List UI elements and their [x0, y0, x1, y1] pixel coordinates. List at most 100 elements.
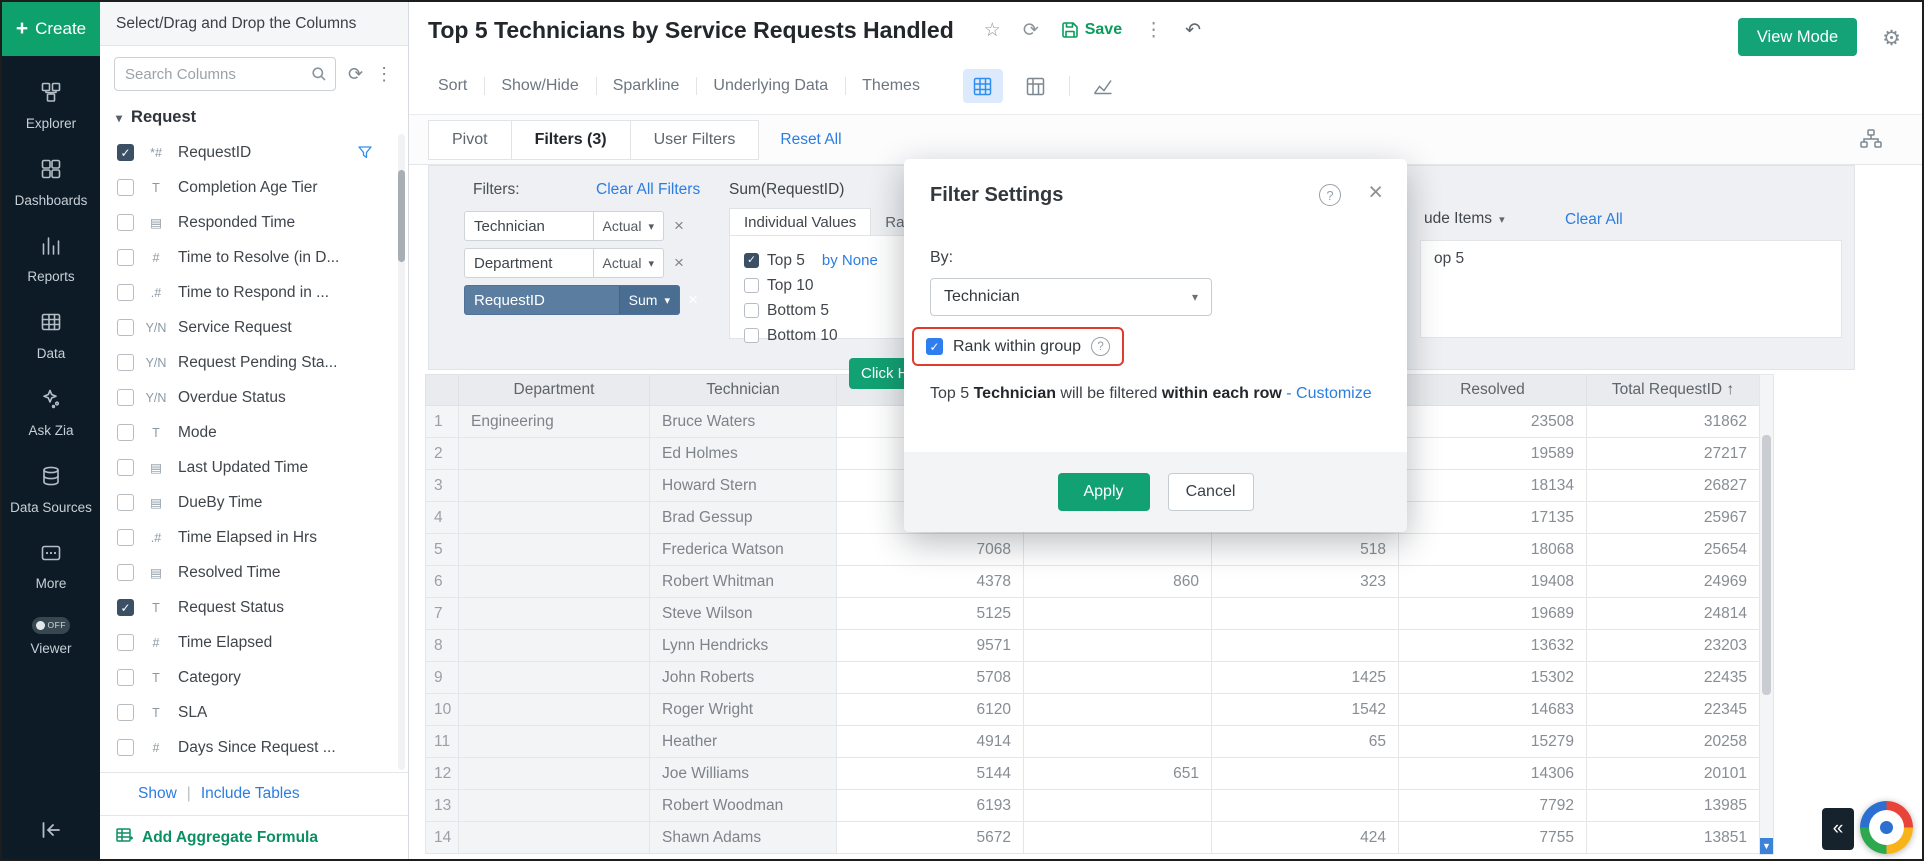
aggregate-dropdown[interactable]: Actual ▾	[593, 212, 663, 240]
column-item[interactable]: T Category	[100, 660, 408, 695]
column-checkbox[interactable]	[117, 144, 134, 161]
aggregate-dropdown[interactable]: Actual ▾	[593, 249, 663, 277]
scrollbar-thumb[interactable]	[1762, 435, 1771, 695]
column-header[interactable]: Department	[459, 375, 650, 406]
create-button[interactable]: + Create	[2, 2, 100, 56]
column-header[interactable]: Total RequestID ↑	[1587, 375, 1760, 406]
option-checkbox[interactable]	[744, 328, 759, 343]
summary-view-icon[interactable]	[1016, 69, 1056, 103]
column-checkbox[interactable]	[117, 249, 134, 266]
toolbar-button[interactable]: Sort	[421, 77, 484, 95]
column-checkbox[interactable]	[117, 669, 134, 686]
favorite-star-icon[interactable]: ☆	[984, 19, 1001, 42]
column-item[interactable]: .# Time Elapsed in Hrs	[100, 520, 408, 555]
column-header[interactable]: Resolved	[1399, 375, 1587, 406]
column-header[interactable]	[426, 375, 459, 406]
rank-help-icon[interactable]: ?	[1091, 337, 1110, 356]
column-item[interactable]: Y/N Service Request	[100, 310, 408, 345]
column-item[interactable]: .# Time to Respond in ...	[100, 275, 408, 310]
sidebar-item-dashboards[interactable]: Dashboards	[2, 157, 100, 210]
save-button[interactable]: Save	[1061, 21, 1122, 39]
toolbar-button[interactable]: Themes	[845, 77, 937, 95]
column-checkbox[interactable]	[117, 529, 134, 546]
column-item[interactable]: ▤ Responded Time	[100, 205, 408, 240]
section-request[interactable]: ▾ Request	[100, 99, 408, 132]
column-item[interactable]: ▤ DueBy Time	[100, 485, 408, 520]
column-checkbox[interactable]	[117, 494, 134, 511]
search-columns-input[interactable]	[114, 57, 336, 91]
undo-icon[interactable]: ↶	[1185, 19, 1201, 42]
tab-filters[interactable]: Filters (3)	[511, 120, 631, 160]
column-item[interactable]: *# RequestID	[100, 135, 408, 170]
column-checkbox[interactable]	[117, 634, 134, 651]
show-link[interactable]: Show	[138, 785, 177, 803]
close-icon[interactable]: ×	[1368, 178, 1383, 207]
remove-filter-icon[interactable]: ×	[674, 253, 684, 273]
remove-filter-icon[interactable]: ×	[674, 216, 684, 236]
sidebar-item-ask-zia[interactable]: Ask Zia	[2, 387, 100, 440]
scrollbar-thumb[interactable]	[398, 170, 405, 262]
column-item[interactable]: # Time to Resolve (in D...	[100, 240, 408, 275]
column-item[interactable]: T Mode	[100, 415, 408, 450]
sidebar-item-viewer[interactable]: OFF Viewer	[2, 617, 100, 658]
view-mode-button[interactable]: View Mode	[1738, 18, 1857, 56]
column-item[interactable]: T SLA	[100, 695, 408, 730]
column-checkbox[interactable]	[117, 564, 134, 581]
column-checkbox[interactable]	[117, 459, 134, 476]
table-scrollbar[interactable]: ▼	[1759, 374, 1774, 855]
toolbar-button[interactable]: Show/Hide	[484, 77, 595, 95]
pivot-view-icon[interactable]	[963, 69, 1003, 103]
by-none-link[interactable]: by None	[822, 252, 878, 269]
option-checkbox[interactable]	[744, 303, 759, 318]
rank-within-group-checkbox[interactable]	[926, 338, 943, 355]
column-item[interactable]: Y/N Overdue Status	[100, 380, 408, 415]
column-checkbox[interactable]	[117, 319, 134, 336]
reset-all-link[interactable]: Reset All	[780, 131, 841, 149]
clear-all-link[interactable]: Clear All	[1565, 211, 1623, 229]
refresh-columns-icon[interactable]: ⟳	[348, 64, 363, 85]
customize-link[interactable]: - Customize	[1286, 385, 1371, 402]
option-checkbox[interactable]	[744, 278, 759, 293]
filter-funnel-icon[interactable]	[358, 146, 372, 159]
zoho-logo[interactable]	[1860, 801, 1913, 854]
add-aggregate-formula-button[interactable]: Add Aggregate Formula	[100, 815, 408, 859]
sidebar-item-explorer[interactable]: Explorer	[2, 80, 100, 133]
collapse-panel-button[interactable]: «	[1822, 808, 1854, 850]
filter-chip[interactable]: Technician Actual ▾ ×	[464, 211, 698, 241]
aggregate-dropdown[interactable]: Sum ▾	[619, 286, 679, 314]
column-item[interactable]: ▤ Resolved Time	[100, 555, 408, 590]
tab-user-filters[interactable]: User Filters	[630, 120, 760, 160]
viewer-toggle[interactable]: OFF	[32, 617, 70, 634]
include-items-dropdown[interactable]: ude Items ▾	[1424, 210, 1505, 228]
chart-view-icon[interactable]	[1083, 69, 1123, 103]
remove-filter-icon[interactable]: ×	[688, 290, 698, 310]
sidebar-item-data-sources[interactable]: Data Sources	[2, 464, 100, 517]
sidebar-item-more[interactable]: More	[2, 541, 100, 594]
cancel-button[interactable]: Cancel	[1168, 473, 1254, 511]
toolbar-button[interactable]: Sparkline	[596, 77, 697, 95]
refresh-report-icon[interactable]: ⟳	[1023, 19, 1039, 42]
collapse-sidebar-icon[interactable]	[39, 818, 63, 847]
column-item[interactable]: T Request Status	[100, 590, 408, 625]
by-field-select[interactable]: Technician ▾	[930, 278, 1212, 316]
column-item[interactable]: # Days Since Request ...	[100, 730, 408, 765]
sidebar-item-data[interactable]: Data	[2, 310, 100, 363]
toolbar-button[interactable]: Underlying Data	[696, 77, 845, 95]
scroll-down-icon[interactable]: ▼	[1760, 838, 1773, 854]
hierarchy-icon[interactable]	[1860, 129, 1882, 154]
column-item[interactable]: T Completion Age Tier	[100, 170, 408, 205]
column-checkbox[interactable]	[117, 704, 134, 721]
include-tables-link[interactable]: Include Tables	[201, 785, 300, 803]
filter-chip[interactable]: RequestID Sum ▾ ×	[464, 285, 698, 315]
columns-scrollbar[interactable]	[398, 134, 405, 770]
column-checkbox[interactable]	[117, 179, 134, 196]
column-item[interactable]: Y/N Request Pending Sta...	[100, 345, 408, 380]
column-checkbox[interactable]	[117, 389, 134, 406]
column-checkbox[interactable]	[117, 214, 134, 231]
column-checkbox[interactable]	[117, 739, 134, 756]
settings-gear-icon[interactable]: ⚙	[1882, 26, 1901, 51]
columns-menu-icon[interactable]: ⋮	[375, 64, 393, 85]
filter-chip[interactable]: Department Actual ▾ ×	[464, 248, 698, 278]
tab-individual-values[interactable]: Individual Values	[729, 208, 871, 236]
option-checkbox[interactable]	[744, 253, 759, 268]
